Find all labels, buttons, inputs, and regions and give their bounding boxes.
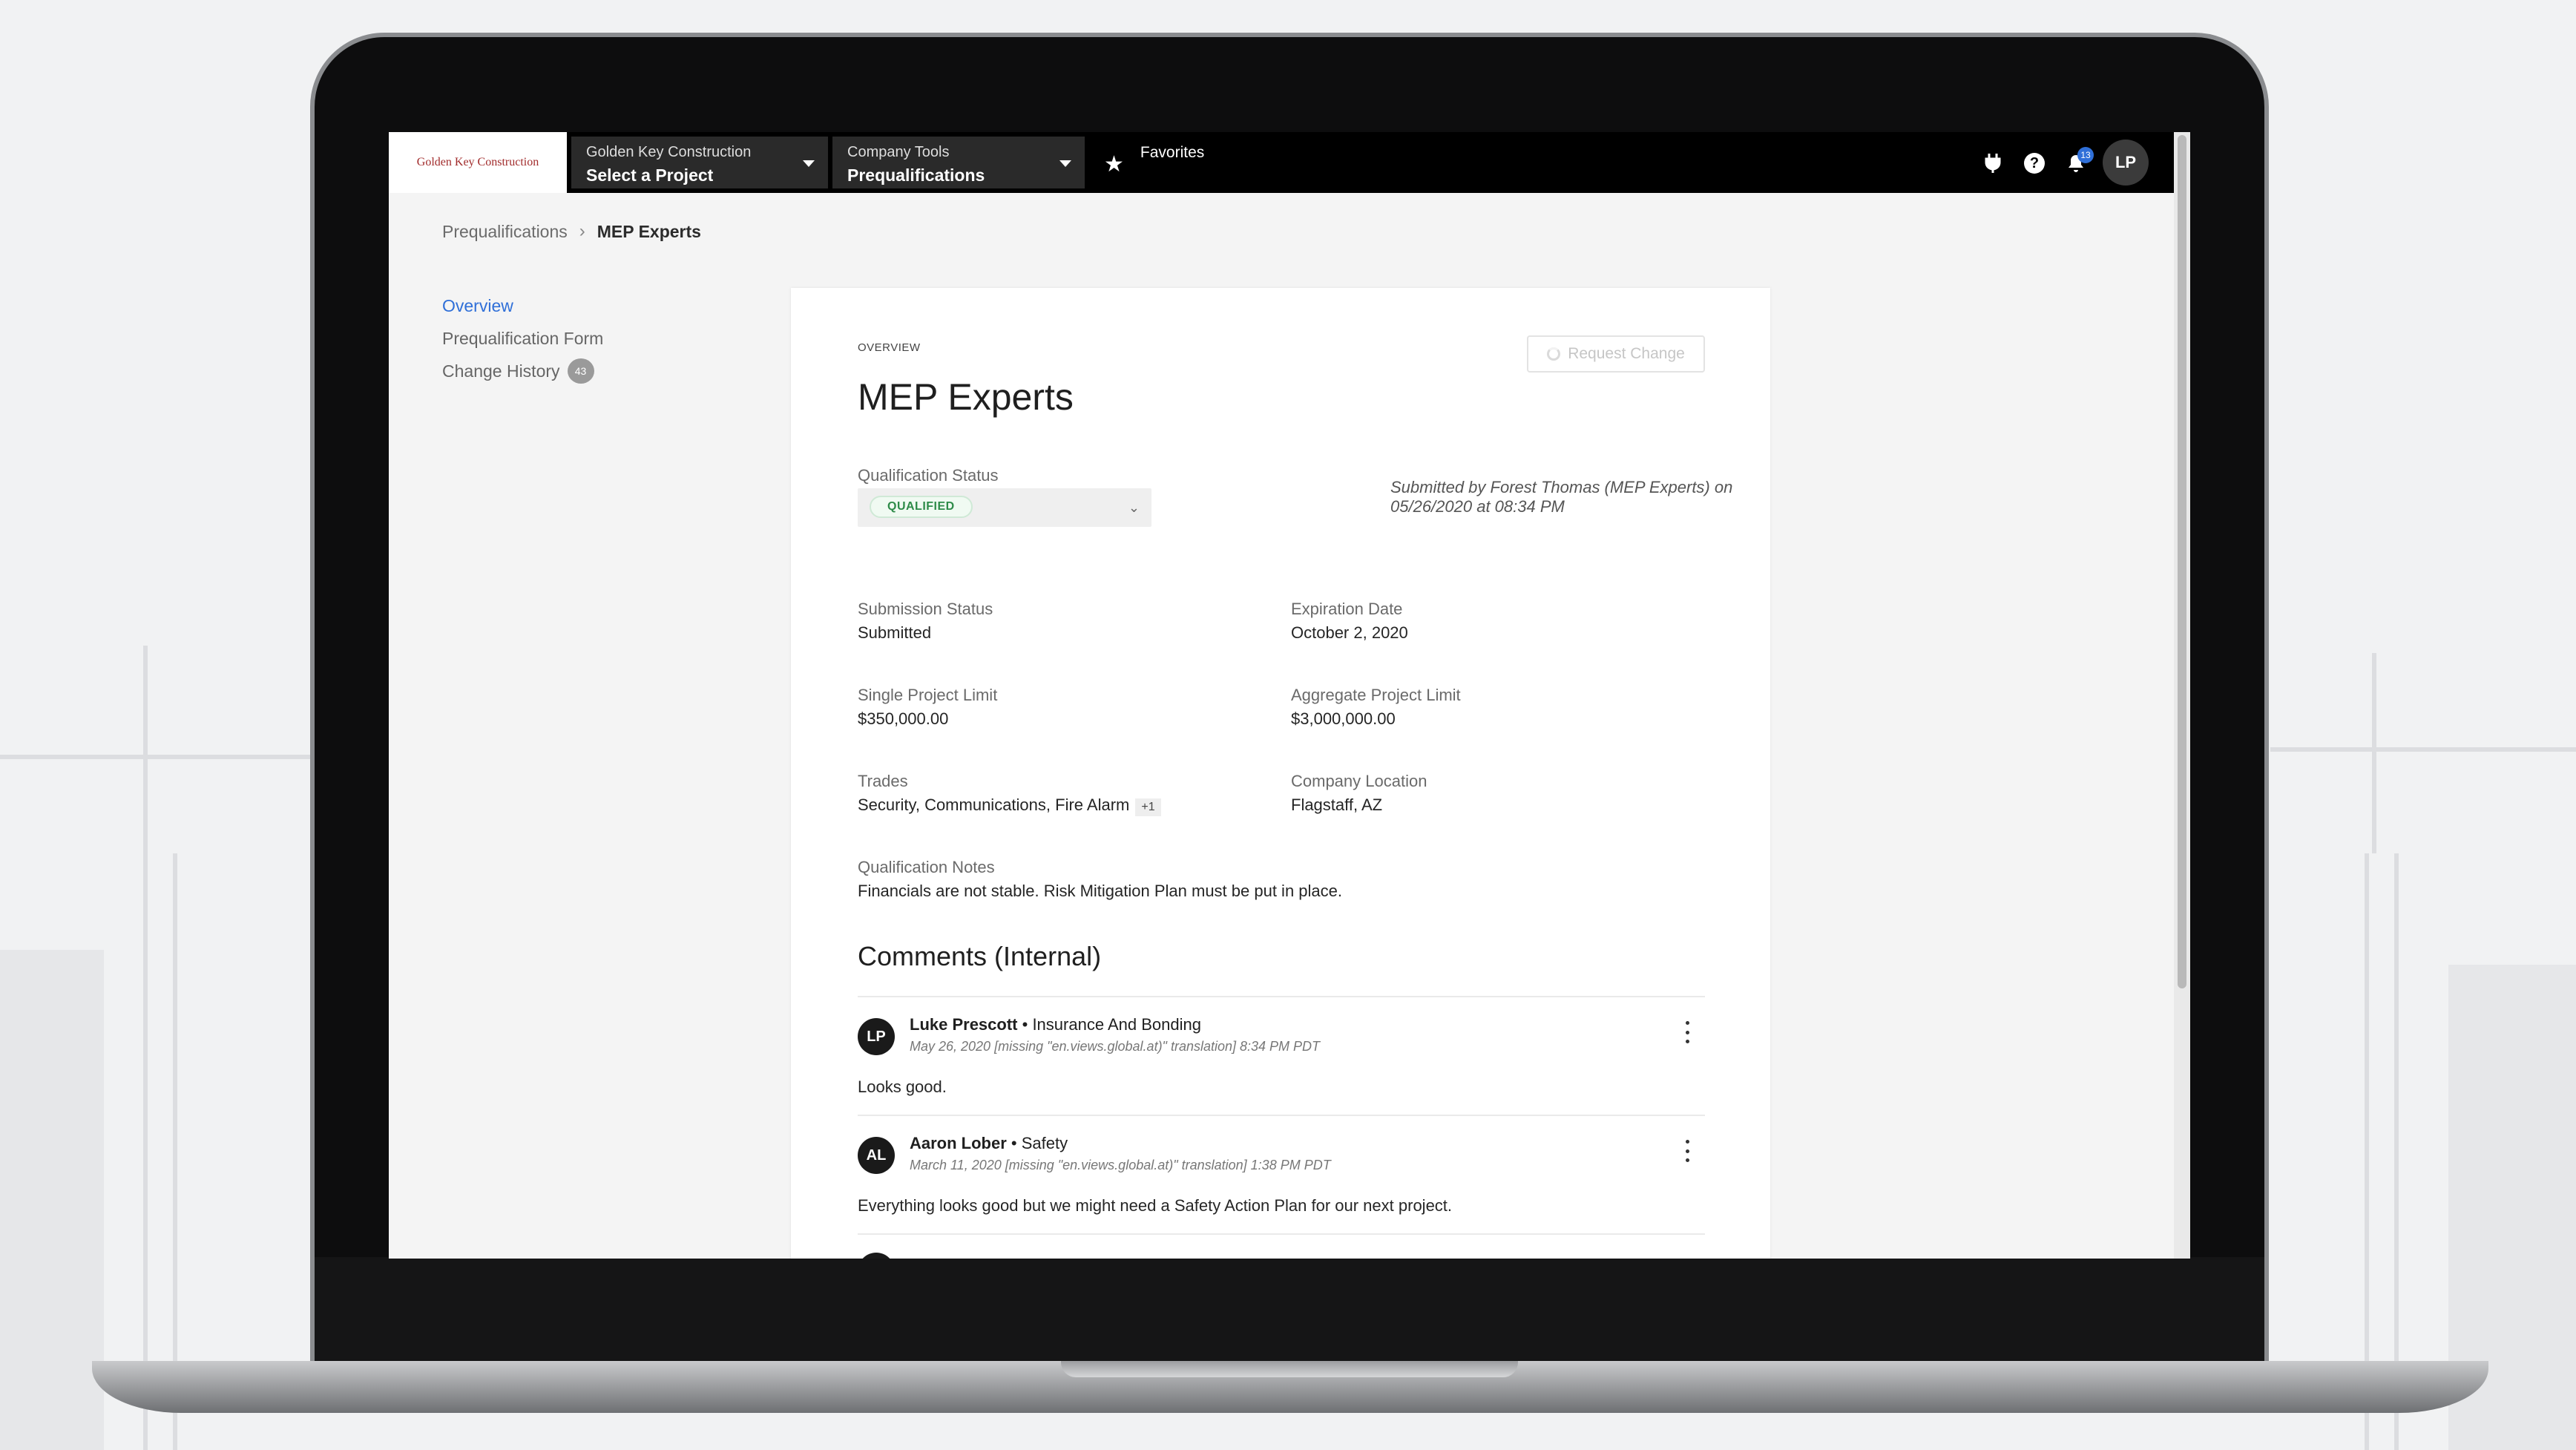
divider: [858, 1115, 1705, 1116]
overview-card: OVERVIEW Request Change MEP Experts Qual…: [791, 288, 1770, 1259]
single-limit-value: $350,000.00: [858, 709, 949, 728]
divider: [858, 996, 1705, 997]
app-screen: Golden Key Construction Golden Key Const…: [389, 132, 2190, 1259]
expiration-date-value: October 2, 2020: [1291, 623, 1408, 642]
trades-label: Trades: [858, 772, 908, 790]
submitted-by-text: Submitted by Forest Thomas (MEP Experts)…: [1390, 478, 1733, 516]
comment-date: March 11, 2020 [missing "en.views.global…: [910, 1158, 1331, 1172]
tools-label: Company Tools: [847, 144, 950, 160]
sidebar-item-label: Prequalification Form: [442, 328, 604, 348]
status-badge: QUALIFIED: [870, 496, 973, 518]
submission-status-label: Submission Status: [858, 600, 993, 618]
location-label: Company Location: [1291, 772, 1427, 790]
divider: [858, 1233, 1705, 1235]
breadcrumb: Prequalifications › MEP Experts: [442, 221, 701, 242]
notification-count-badge: 13: [2077, 147, 2094, 163]
trades-value: Security, Communications, Fire Alarm +1: [858, 795, 1161, 816]
star-icon: ★: [1104, 152, 1124, 177]
author-role: • Safety: [1011, 1134, 1068, 1152]
comments-title: Comments (Internal): [858, 941, 1102, 971]
expiration-date-label: Expiration Date: [1291, 600, 1403, 618]
avatar: LP: [858, 1018, 895, 1055]
laptop-bezel: [315, 1257, 2264, 1361]
sidebar-item-label: Change History: [442, 361, 560, 381]
plug-icon[interactable]: [1981, 151, 2005, 175]
page-title: MEP Experts: [858, 376, 1074, 418]
aggregate-limit-label: Aggregate Project Limit: [1291, 686, 1461, 704]
chevron-right-icon: ›: [579, 221, 585, 241]
help-icon[interactable]: ?: [2024, 153, 2045, 174]
scrollbar[interactable]: [2174, 132, 2190, 1259]
trades-list: Security, Communications, Fire Alarm: [858, 795, 1130, 814]
favorites-label: Favorites: [1140, 144, 1205, 161]
single-limit-label: Single Project Limit: [858, 686, 998, 704]
breadcrumb-current: MEP Experts: [597, 221, 701, 241]
sidebar-item-change-history[interactable]: Change History 43: [442, 355, 603, 387]
favorites-menu[interactable]: ★ Favorites: [1104, 140, 1204, 177]
company-name: Golden Key Construction: [586, 144, 752, 160]
scrollbar-thumb[interactable]: [2178, 135, 2186, 988]
author-name: Aaron Lober: [910, 1134, 1007, 1152]
trades-more-badge[interactable]: +1: [1135, 798, 1161, 816]
author-name: Luke Prescott: [910, 1015, 1018, 1034]
comment-author: Luke Prescott • Insurance And Bonding: [910, 1015, 1201, 1034]
company-logo[interactable]: Golden Key Construction: [389, 132, 567, 193]
chevron-down-icon: [1059, 160, 1071, 167]
sidebar-item-overview[interactable]: Overview: [442, 289, 603, 322]
notes-value: Financials are not stable. Risk Mitigati…: [858, 882, 1342, 900]
tool-selector[interactable]: Company Tools Prequalifications: [832, 137, 1085, 188]
kebab-menu-icon[interactable]: [1680, 1021, 1695, 1043]
qualification-status-label: Qualification Status: [858, 466, 999, 485]
comment-body: Looks good.: [858, 1077, 947, 1096]
request-change-button[interactable]: Request Change: [1527, 335, 1705, 373]
change-count-badge: 43: [567, 358, 594, 384]
comment-body: Everything looks good but we might need …: [858, 1196, 1453, 1215]
sidebar-item-prequalification-form[interactable]: Prequalification Form: [442, 322, 603, 355]
breadcrumb-prequalifications[interactable]: Prequalifications: [442, 222, 568, 242]
comment-date: May 26, 2020 [missing "en.views.global.a…: [910, 1039, 1321, 1054]
avatar: AL: [858, 1137, 895, 1174]
author-role: • Insurance And Bonding: [1022, 1015, 1201, 1034]
chevron-down-icon: [803, 160, 815, 167]
location-value: Flagstaff, AZ: [1291, 795, 1383, 814]
comment-author: Aaron Lober • Safety: [910, 1134, 1068, 1153]
top-navigation: Golden Key Construction Golden Key Const…: [389, 132, 2174, 193]
request-change-label: Request Change: [1568, 345, 1685, 362]
tools-value: Prequalifications: [847, 165, 985, 185]
loading-spinner-icon: [1547, 347, 1561, 361]
aggregate-limit-value: $3,000,000.00: [1291, 709, 1396, 728]
notes-label: Qualification Notes: [858, 858, 995, 876]
section-label: OVERVIEW: [858, 341, 921, 354]
kebab-menu-icon[interactable]: [1680, 1140, 1695, 1162]
qualification-status-select[interactable]: QUALIFIED ⌄: [858, 488, 1151, 527]
project-select-value: Select a Project: [586, 165, 714, 185]
logo-text: Golden Key Construction: [416, 156, 539, 168]
chevron-down-icon: ⌄: [1128, 500, 1140, 515]
laptop-notch: [1061, 1361, 1518, 1377]
side-navigation: Overview Prequalification Form Change Hi…: [442, 289, 603, 387]
avatar: [858, 1253, 895, 1259]
sidebar-item-label: Overview: [442, 295, 513, 315]
submission-status-value: Submitted: [858, 623, 932, 642]
project-selector[interactable]: Golden Key Construction Select a Project: [571, 137, 828, 188]
user-avatar[interactable]: LP: [2103, 140, 2149, 186]
